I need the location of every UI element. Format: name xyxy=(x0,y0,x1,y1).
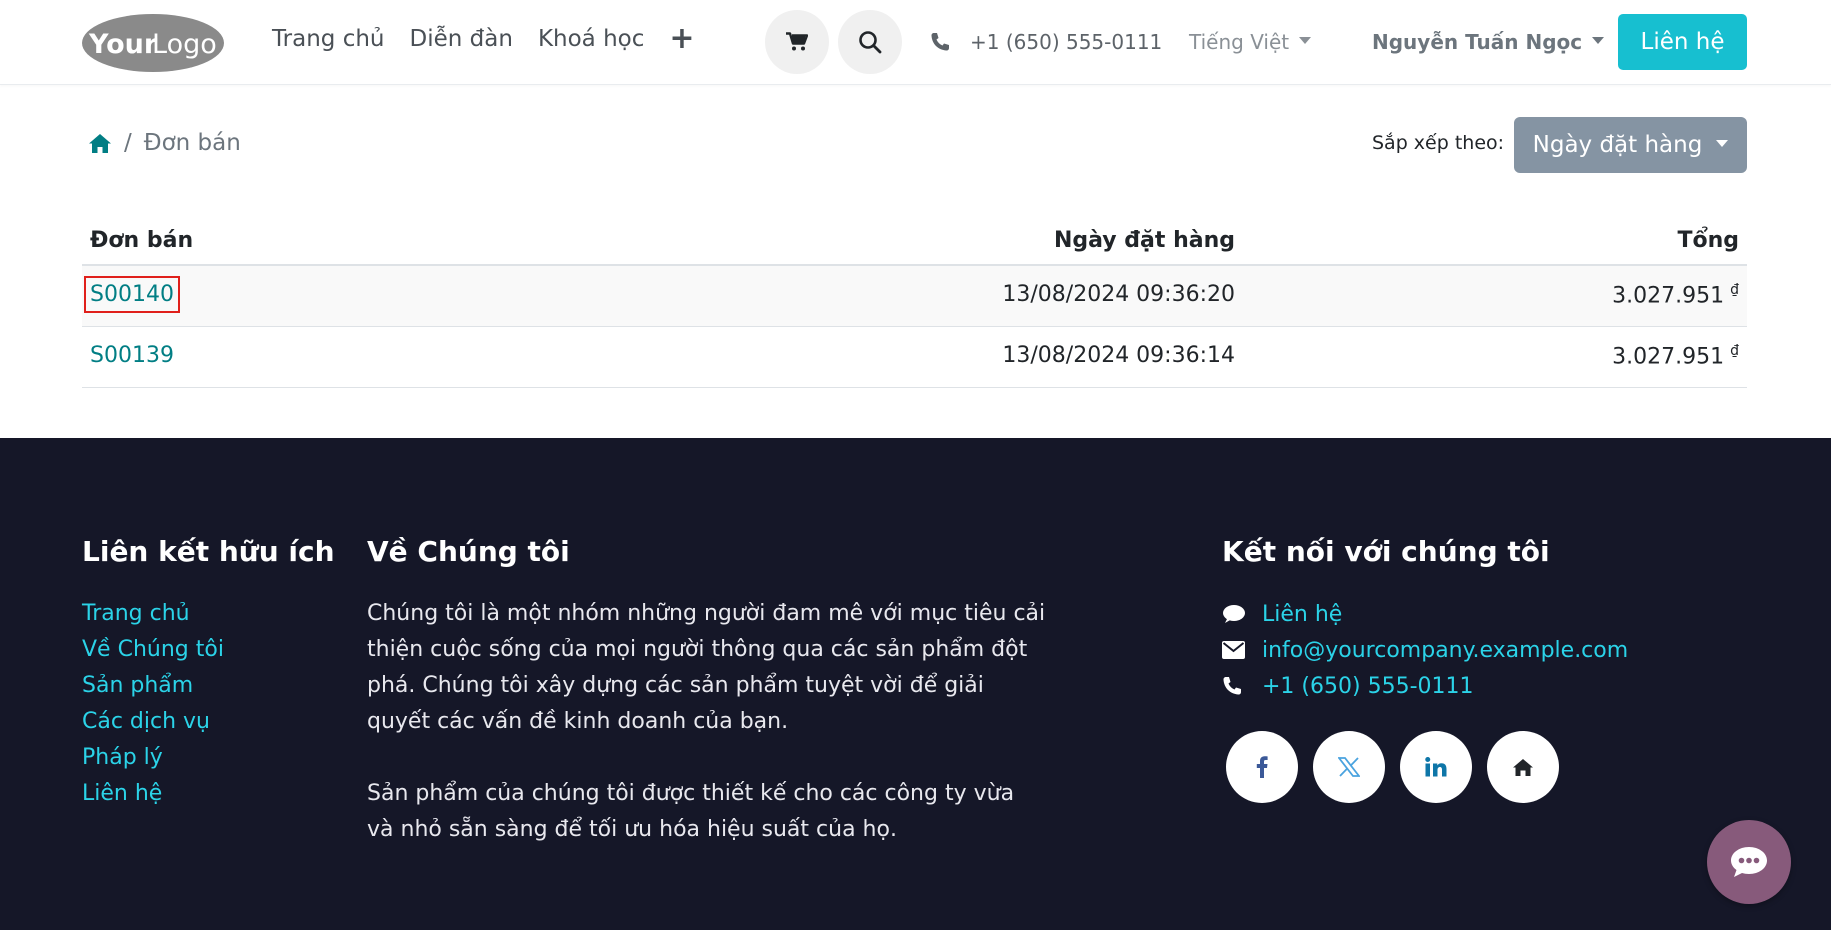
order-total: 3.027.951 ₫ xyxy=(1612,343,1739,369)
footer-contact-link[interactable]: Liên hệ xyxy=(1262,602,1342,627)
order-total-amount: 3.027.951 xyxy=(1612,283,1725,309)
useful-links-title: Liên kết hữu ích xyxy=(82,535,335,568)
home-icon xyxy=(1513,758,1533,776)
x-twitter-icon xyxy=(1338,757,1360,777)
about-paragraph: Chúng tôi là một nhóm những người đam mê… xyxy=(367,601,1046,734)
linkedin-button[interactable] xyxy=(1400,731,1472,803)
user-name: Nguyễn Tuấn Ngọc xyxy=(1372,30,1583,54)
chat-icon xyxy=(1731,847,1767,877)
about-paragraph: Sản phẩm của chúng tôi được thiết kế cho… xyxy=(367,781,1015,842)
order-date: 13/08/2024 09:36:20 xyxy=(1002,282,1235,307)
about-title: Về Chúng tôi xyxy=(367,535,570,568)
site-logo[interactable]: Your Logo xyxy=(81,13,225,73)
order-link[interactable]: S00139 xyxy=(90,343,174,368)
site-header: Your Logo Trang chủ Diễn đàn Khoá học + … xyxy=(0,0,1831,85)
phone-icon xyxy=(1222,676,1262,696)
svg-text:Your: Your xyxy=(88,29,158,60)
breadcrumb: / Đơn bán xyxy=(88,130,241,156)
contact-button[interactable]: Liên hệ xyxy=(1618,14,1747,70)
order-date: 13/08/2024 09:36:14 xyxy=(1002,343,1235,368)
footer-email-link[interactable]: info@yourcompany.example.com xyxy=(1262,638,1628,663)
table-header: Đơn bán Ngày đặt hàng Tổng xyxy=(82,220,1747,266)
nav-courses[interactable]: Khoá học xyxy=(538,26,644,52)
order-total-amount: 3.027.951 xyxy=(1612,344,1725,370)
connect-list: Liên hệ info@yourcompany.example.com +1 … xyxy=(1222,596,1628,704)
nav-forum[interactable]: Diễn đàn xyxy=(410,26,513,52)
breadcrumb-separator: / xyxy=(124,130,132,156)
x-twitter-button[interactable] xyxy=(1313,731,1385,803)
live-chat-button[interactable] xyxy=(1707,820,1791,904)
search-icon xyxy=(859,31,882,54)
linkedin-icon xyxy=(1425,757,1447,777)
chevron-down-icon xyxy=(1592,36,1605,44)
email-row: info@yourcompany.example.com xyxy=(1222,632,1628,668)
order-link[interactable]: S00140 xyxy=(84,276,180,313)
envelope-icon xyxy=(1222,641,1262,659)
language-label: Tiếng Việt xyxy=(1189,30,1290,54)
footer-phone-link[interactable]: +1 (650) 555-0111 xyxy=(1262,674,1474,699)
header-phone[interactable]: +1 (650) 555-0111 xyxy=(930,30,1162,54)
footer-link-home[interactable]: Trang chủ xyxy=(82,596,224,632)
order-total: 3.027.951 ₫ xyxy=(1612,282,1739,308)
footer-link-contact[interactable]: Liên hệ xyxy=(82,776,224,812)
header-phone-text: +1 (650) 555-0111 xyxy=(970,30,1163,54)
nav-home[interactable]: Trang chủ xyxy=(272,26,385,52)
useful-links: Trang chủ Về Chúng tôi Sản phẩm Các dịch… xyxy=(82,596,224,812)
footer-link-about[interactable]: Về Chúng tôi xyxy=(82,632,224,668)
about-text: Chúng tôi là một nhóm những người đam mê… xyxy=(367,596,1047,848)
currency-symbol: ₫ xyxy=(1730,282,1739,298)
sort-value: Ngày đặt hàng xyxy=(1532,132,1703,158)
connect-title: Kết nối với chúng tôi xyxy=(1222,535,1550,568)
chevron-down-icon xyxy=(1716,139,1729,147)
user-dropdown[interactable]: Nguyễn Tuấn Ngọc xyxy=(1372,30,1605,54)
comment-icon xyxy=(1222,604,1262,624)
column-header-date[interactable]: Ngày đặt hàng xyxy=(1054,228,1235,253)
svg-text:Logo: Logo xyxy=(152,29,217,60)
footer-link-services[interactable]: Các dịch vụ xyxy=(82,704,224,740)
currency-symbol: ₫ xyxy=(1730,343,1739,359)
main-nav: Trang chủ Diễn đàn Khoá học + xyxy=(272,24,695,54)
phone-icon xyxy=(931,33,949,51)
table-row[interactable]: S00139 13/08/2024 09:36:14 3.027.951 ₫ xyxy=(82,327,1747,388)
facebook-icon xyxy=(1256,756,1268,778)
contact-row: Liên hệ xyxy=(1222,596,1628,632)
orders-table: Đơn bán Ngày đặt hàng Tổng S00140 13/08/… xyxy=(82,220,1747,388)
cart-icon xyxy=(786,32,808,51)
column-header-order[interactable]: Đơn bán xyxy=(90,228,193,253)
table-row[interactable]: S00140 13/08/2024 09:36:20 3.027.951 ₫ xyxy=(82,266,1747,327)
phone-row: +1 (650) 555-0111 xyxy=(1222,668,1628,704)
language-dropdown[interactable]: Tiếng Việt xyxy=(1189,30,1312,54)
site-footer: Liên kết hữu ích Trang chủ Về Chúng tôi … xyxy=(0,438,1831,930)
sort-label: Sắp xếp theo: xyxy=(1372,132,1505,154)
home-button[interactable] xyxy=(1487,731,1559,803)
facebook-button[interactable] xyxy=(1226,731,1298,803)
plus-icon[interactable]: + xyxy=(669,24,694,54)
footer-link-products[interactable]: Sản phẩm xyxy=(82,668,224,704)
footer-link-legal[interactable]: Pháp lý xyxy=(82,740,224,776)
home-icon[interactable] xyxy=(88,133,112,154)
social-links xyxy=(1226,731,1574,803)
breadcrumb-current: Đơn bán xyxy=(143,130,241,156)
column-header-total[interactable]: Tổng xyxy=(1677,228,1739,253)
chevron-down-icon xyxy=(1299,36,1312,44)
cart-button[interactable] xyxy=(765,10,829,74)
search-button[interactable] xyxy=(838,10,902,74)
sort-dropdown[interactable]: Ngày đặt hàng xyxy=(1514,117,1747,173)
